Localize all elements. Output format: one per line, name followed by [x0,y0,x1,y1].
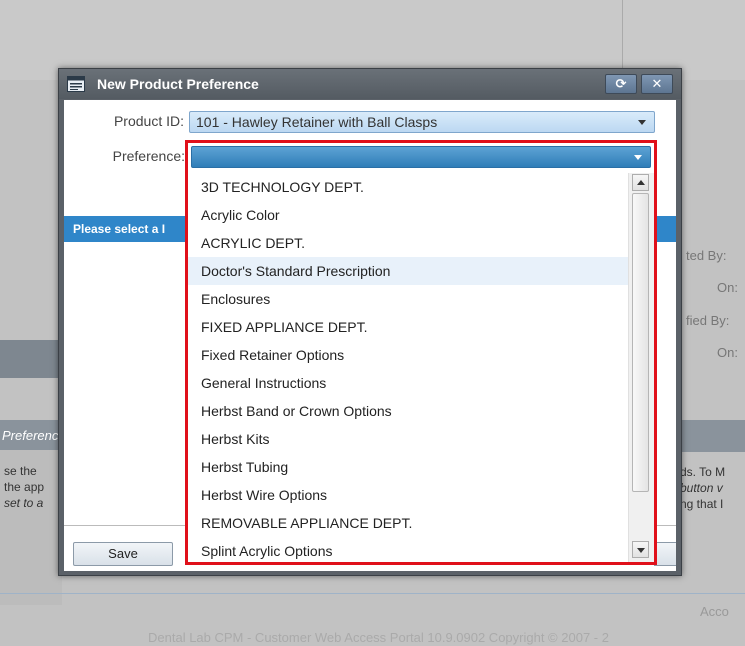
chevron-down-icon [637,548,645,553]
dropdown-option[interactable]: Splint Acrylic Options [188,537,628,562]
close-button[interactable]: ✕ [641,74,673,94]
chevron-down-icon[interactable] [638,120,646,125]
scroll-down-button[interactable] [632,541,649,558]
form-icon [67,76,85,92]
preference-options-list: 3D TECHNOLOGY DEPT. Acrylic Color ACRYLI… [188,171,628,562]
refresh-button[interactable]: ⟳ [605,74,637,94]
chevron-up-icon [637,180,645,185]
scrollbar-thumb[interactable] [632,193,649,492]
background-text-line: ng that I [680,497,724,511]
dropdown-option[interactable]: Fixed Retainer Options [188,341,628,369]
preference-combobox[interactable] [191,146,651,168]
footer-copyright: Dental Lab CPM - Customer Web Access Por… [148,630,609,645]
modified-by-label: fied By: [686,313,730,328]
dropdown-option[interactable]: Acrylic Color [188,201,628,229]
dropdown-option[interactable]: Herbst Band or Crown Options [188,397,628,425]
created-by-label: ted By: [686,248,727,263]
dialog-secondary-button[interactable] [654,542,676,566]
background-left-panel: Preferenc [0,420,62,605]
dropdown-option[interactable]: 3D TECHNOLOGY DEPT. [188,173,628,201]
product-id-value: 101 - Hawley Retainer with Ball Clasps [196,114,438,130]
dropdown-option[interactable]: General Instructions [188,369,628,397]
footer-divider [0,593,745,594]
preference-label: Preference: [112,148,185,164]
dialog-title-bar[interactable]: New Product Preference ⟳ ✕ [59,69,681,99]
dropdown-option[interactable]: Enclosures [188,285,628,313]
background-text-line: the app [4,480,45,494]
dropdown-option[interactable]: Herbst Wire Options [188,481,628,509]
background-text-line: ds. To M [680,465,726,479]
dropdown-option-hovered[interactable]: Doctor's Standard Prescription [188,257,628,285]
dropdown-option[interactable]: ACRYLIC DEPT. [188,229,628,257]
close-icon: ✕ [651,76,663,91]
dialog-title: New Product Preference [97,76,259,92]
dropdown-option[interactable]: Herbst Tubing [188,453,628,481]
refresh-icon: ⟳ [615,76,627,91]
save-button[interactable]: Save [73,542,173,566]
preference-dropdown: 3D TECHNOLOGY DEPT. Acrylic Color ACRYLI… [185,140,657,565]
dropdown-scrollbar[interactable] [628,173,654,562]
background-text-line: button v [680,481,723,495]
modified-on-label: On: [717,345,738,360]
scroll-up-button[interactable] [632,174,649,191]
background-panel-title: Preferenc [2,428,59,443]
background-text-line: set to a [4,496,44,510]
created-on-label: On: [717,280,738,295]
background-panel-header: Preferenc [0,420,62,450]
product-id-label: Product ID: [113,113,184,129]
footer-account-link[interactable]: Acco [700,604,729,619]
dropdown-option[interactable]: FIXED APPLIANCE DEPT. [188,313,628,341]
dropdown-option[interactable]: REMOVABLE APPLIANCE DEPT. [188,509,628,537]
chevron-down-icon[interactable] [634,155,642,160]
background-text-line: se the [4,464,37,478]
dropdown-option[interactable]: Herbst Kits [188,425,628,453]
product-id-combobox[interactable]: 101 - Hawley Retainer with Ball Clasps [189,111,655,133]
